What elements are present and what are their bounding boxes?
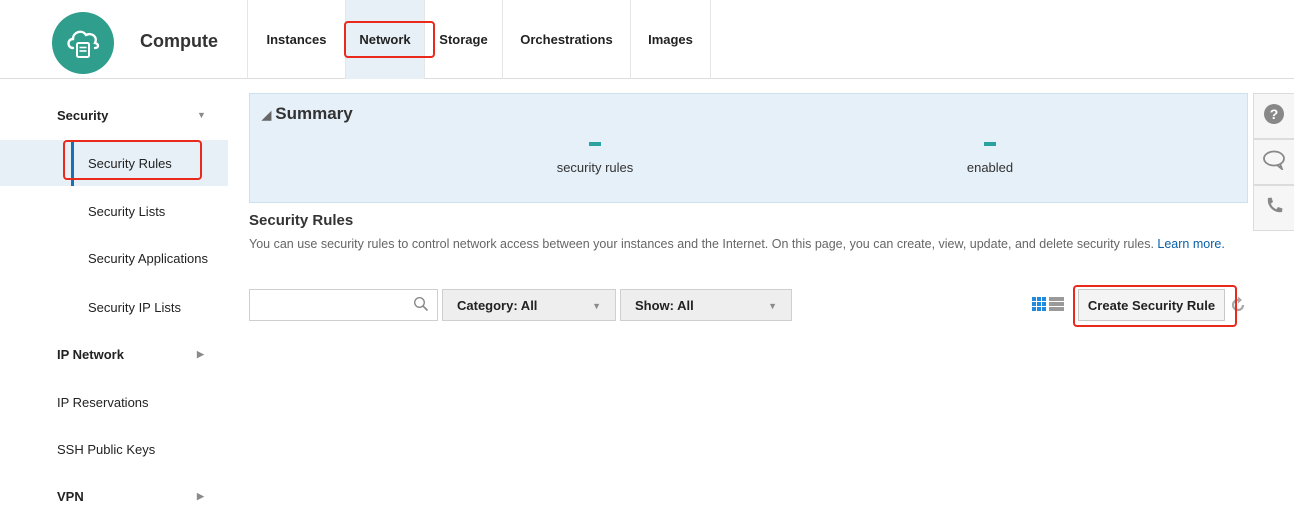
- show-filter-select[interactable]: Show: All ▼: [620, 289, 792, 321]
- category-filter-value: Category: All: [457, 297, 538, 313]
- page-title: Security Rules: [249, 212, 354, 229]
- app-title: Compute: [140, 31, 218, 51]
- tab-orchestrations[interactable]: Orchestrations: [502, 0, 630, 79]
- sidebar-item-security-ip-lists[interactable]: Security IP Lists: [0, 284, 228, 330]
- sidebar-item-label: VPN: [57, 488, 84, 504]
- sidebar-item-security-applications[interactable]: Security Applications: [0, 235, 228, 281]
- caret-down-icon: ▼: [197, 110, 206, 120]
- caret-right-icon: ▶: [197, 348, 204, 359]
- chevron-down-icon: ▼: [592, 301, 601, 311]
- sidebar-item-label: IP Reservations: [57, 394, 149, 410]
- chevron-down-icon: ▼: [768, 301, 777, 311]
- chat-button[interactable]: [1253, 139, 1294, 185]
- tab-instances[interactable]: Instances: [247, 0, 345, 79]
- learn-more-link[interactable]: Learn more.: [1157, 237, 1224, 251]
- stat-enabled: enabled: [890, 142, 1090, 175]
- sidebar-item-label: Security Rules: [88, 155, 172, 171]
- search-icon[interactable]: [413, 296, 429, 317]
- show-filter-value: Show: All: [635, 297, 694, 313]
- sidebar-item-label: Security Applications: [88, 250, 208, 266]
- stat-label: security rules: [556, 160, 634, 175]
- search-field[interactable]: [249, 289, 438, 321]
- app-root: Compute Instances Network Storage Orches…: [0, 0, 1294, 505]
- category-filter-select[interactable]: Category: All ▼: [442, 289, 616, 321]
- tab-network[interactable]: Network: [345, 0, 424, 79]
- stat-security-rules: security rules: [495, 142, 695, 175]
- svg-text:?: ?: [1270, 106, 1279, 122]
- top-bar: Compute Instances Network Storage Orches…: [0, 0, 1294, 79]
- sidebar-item-ip-reservations[interactable]: IP Reservations: [0, 379, 228, 425]
- tab-storage[interactable]: Storage: [424, 0, 502, 79]
- sidebar-item-label: SSH Public Keys: [57, 441, 156, 457]
- page-description: You can use security rules to control ne…: [249, 236, 1249, 252]
- sidebar-item-security-rules[interactable]: Security Rules: [0, 140, 228, 186]
- phone-button[interactable]: [1253, 185, 1294, 231]
- sidebar-item-label: IP Network: [57, 346, 124, 362]
- create-security-rule-button[interactable]: Create Security Rule: [1078, 289, 1225, 321]
- phone-icon: [1264, 196, 1284, 221]
- caret-right-icon: ▶: [197, 490, 204, 501]
- search-input[interactable]: [250, 290, 400, 320]
- sidebar-item-label: Security: [57, 107, 109, 123]
- collapse-triangle-icon: ◢: [262, 108, 272, 122]
- sidebar-group-vpn[interactable]: VPN ▶: [0, 473, 228, 505]
- grid-list-icon[interactable]: [1032, 297, 1066, 318]
- summary-panel: ◢ Summary security rules enabled: [249, 93, 1248, 203]
- stat-value: [589, 142, 601, 146]
- summary-title-text: Summary: [275, 104, 353, 123]
- question-icon: ?: [1263, 103, 1285, 130]
- description-text: You can use security rules to control ne…: [249, 237, 1154, 251]
- main-tabs: Instances Network Storage Orchestrations…: [247, 0, 711, 79]
- sidebar-item-security-lists[interactable]: Security Lists: [0, 188, 228, 234]
- cloud-server-icon: [52, 12, 114, 74]
- stat-value: [984, 142, 996, 146]
- summary-title[interactable]: ◢ Summary: [262, 104, 353, 124]
- sidebar-item-label: Security Lists: [88, 203, 166, 219]
- tab-images[interactable]: Images: [630, 0, 711, 79]
- sidebar-group-ip-network[interactable]: IP Network ▶: [0, 331, 228, 377]
- refresh-icon[interactable]: [1229, 296, 1247, 319]
- sidebar-group-security[interactable]: Security ▼: [0, 92, 228, 138]
- help-button[interactable]: ?: [1253, 93, 1294, 139]
- sidebar-item-label: Security IP Lists: [88, 299, 181, 315]
- chat-bubble-icon: [1262, 150, 1286, 175]
- sidebar-item-ssh-public-keys[interactable]: SSH Public Keys: [0, 426, 228, 472]
- stat-label: enabled: [966, 160, 1014, 175]
